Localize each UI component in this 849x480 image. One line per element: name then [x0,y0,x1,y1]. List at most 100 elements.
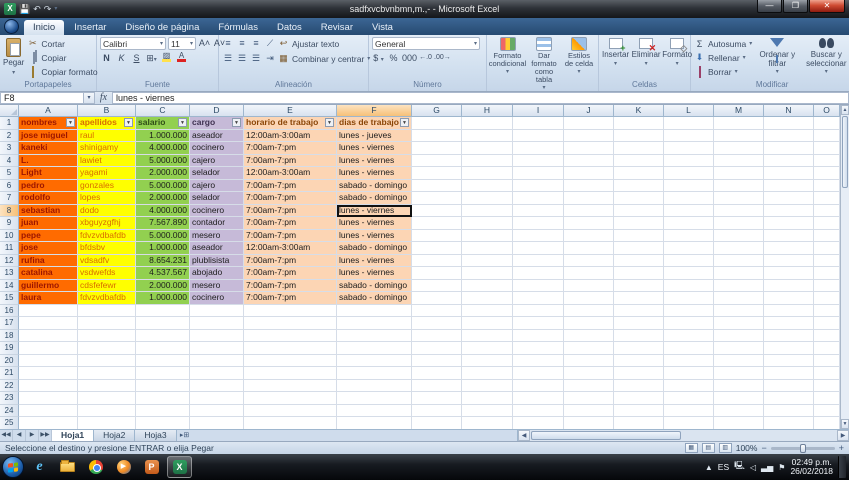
cell-I10[interactable] [513,229,564,242]
cell-H19[interactable] [462,342,513,355]
cell-G22[interactable] [412,379,462,392]
cell-N5[interactable] [764,167,814,180]
cell-O8[interactable] [814,204,840,217]
cell-D6[interactable]: cajero [190,179,244,192]
cell-K17[interactable] [614,317,664,330]
align-left-icon[interactable]: ☰ [222,52,234,65]
cell-C12[interactable]: 8.654.231 [136,254,190,267]
cell-O3[interactable] [814,142,840,155]
cell-M4[interactable] [714,154,764,167]
cell-J17[interactable] [564,317,614,330]
cell-B12[interactable]: vdsadfv [78,254,136,267]
cell-I23[interactable] [513,392,564,405]
cell-A21[interactable] [19,367,78,380]
cell-F3[interactable]: lunes - viernes [337,142,412,155]
row-header-10[interactable]: 10 [0,229,19,242]
cell-D15[interactable]: cocinero [190,292,244,305]
cell-E22[interactable] [244,379,337,392]
page-break-view-button[interactable]: ▥ [718,443,732,453]
next-sheet-button[interactable]: ▶ [26,430,39,441]
cell-I12[interactable] [513,254,564,267]
cell-O19[interactable] [814,342,840,355]
cell-O23[interactable] [814,392,840,405]
indent-icon[interactable]: ⇥ [264,52,276,65]
cell-D5[interactable]: selador [190,167,244,180]
cell-O12[interactable] [814,254,840,267]
cell-I6[interactable] [513,179,564,192]
cell-H15[interactable] [462,292,513,305]
cell-A10[interactable]: pepe [19,229,78,242]
cell-F13[interactable]: lunes - viernes [337,267,412,280]
cell-D11[interactable]: aseador [190,242,244,255]
cell-A20[interactable] [19,354,78,367]
cell-H4[interactable] [462,154,513,167]
cell-N9[interactable] [764,217,814,230]
cell-O14[interactable] [814,279,840,292]
column-header-B[interactable]: B [78,105,136,117]
cell-H17[interactable] [462,317,513,330]
cell-B20[interactable] [78,354,136,367]
cell-N20[interactable] [764,354,814,367]
active-cell-F8[interactable]: lunes - viernes [337,204,412,217]
cell-I20[interactable] [513,354,564,367]
undo-button[interactable]: ↶ [33,3,41,15]
cell-H13[interactable] [462,267,513,280]
cell-B19[interactable] [78,342,136,355]
cell-B6[interactable]: gonzales [78,179,136,192]
cell-M23[interactable] [714,392,764,405]
select-all-corner[interactable] [0,105,19,117]
cell-I7[interactable] [513,192,564,205]
row-header-6[interactable]: 6 [0,179,19,192]
cell-H12[interactable] [462,254,513,267]
conditional-formatting-button[interactable]: Formato condicional ▾ [489,37,526,76]
cell-K11[interactable] [614,242,664,255]
cell-O4[interactable] [814,154,840,167]
cell-M19[interactable] [714,342,764,355]
cell-H2[interactable] [462,129,513,142]
cell-N10[interactable] [764,229,814,242]
vertical-scroll-thumb[interactable] [842,116,848,188]
row-header-9[interactable]: 9 [0,217,19,230]
cell-C5[interactable]: 2.000.000 [136,167,190,180]
cell-A12[interactable]: rufina [19,254,78,267]
row-header-14[interactable]: 14 [0,279,19,292]
cell-O24[interactable] [814,404,840,417]
cell-A24[interactable] [19,404,78,417]
cell-E8[interactable]: 7:00am-7:pm [244,204,337,217]
group-label[interactable]: Alineación [219,80,368,91]
font-name-combo[interactable]: Calibri ▾ [100,37,166,50]
cell-G17[interactable] [412,317,462,330]
cell-K24[interactable] [614,404,664,417]
cell-G9[interactable] [412,217,462,230]
cell-I9[interactable] [513,217,564,230]
cell-A15[interactable]: laura [19,292,78,305]
cell-K22[interactable] [614,379,664,392]
cell-B14[interactable]: cdsfefewr [78,279,136,292]
cell-N7[interactable] [764,192,814,205]
show-desktop-button[interactable] [838,456,846,478]
cell-D16[interactable] [190,304,244,317]
cell-E3[interactable]: 7:00am-7:pm [244,142,337,155]
cell-M11[interactable] [714,242,764,255]
cell-I13[interactable] [513,267,564,280]
cell-F21[interactable] [337,367,412,380]
cell-F7[interactable]: sabado - domingo [337,192,412,205]
cell-D12[interactable]: plublisista [190,254,244,267]
row-header-15[interactable]: 15 [0,292,19,305]
cell-M22[interactable] [714,379,764,392]
column-header-M[interactable]: M [714,105,764,117]
row-header-20[interactable]: 20 [0,354,19,367]
cell-I5[interactable] [513,167,564,180]
cell-G15[interactable] [412,292,462,305]
cell-J9[interactable] [564,217,614,230]
font-color-button[interactable]: A [175,52,188,65]
align-middle-icon[interactable]: ≡ [236,37,248,50]
cell-G6[interactable] [412,179,462,192]
cell-L11[interactable] [664,242,714,255]
clear-button[interactable]: Borrar ▾ [694,65,752,78]
cell-O15[interactable] [814,292,840,305]
cell-H5[interactable] [462,167,513,180]
language-indicator[interactable]: ES [718,462,729,472]
cell-F22[interactable] [337,379,412,392]
cell-O21[interactable] [814,367,840,380]
